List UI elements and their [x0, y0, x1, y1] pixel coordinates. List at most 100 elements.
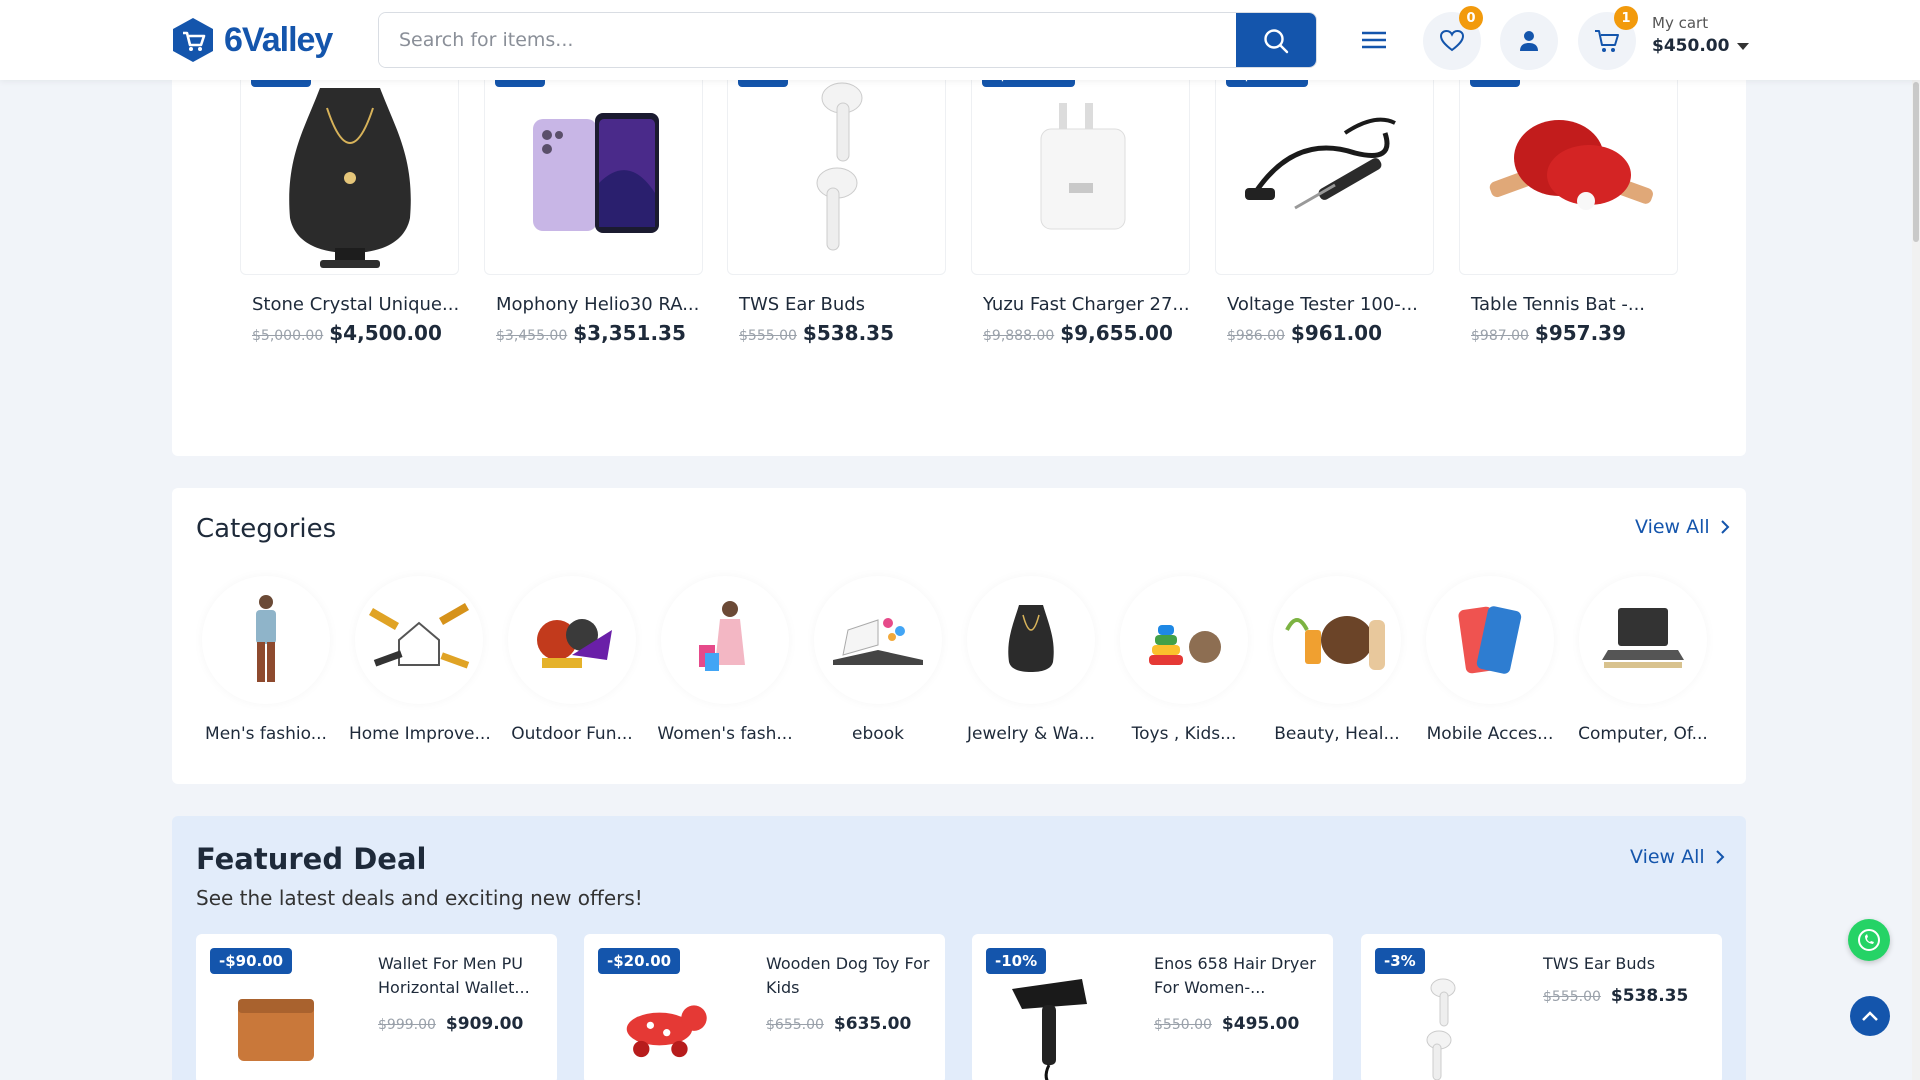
cart-icon	[1595, 30, 1619, 52]
deal-image	[614, 974, 714, 1080]
discount-badge: -10%	[986, 948, 1047, 974]
cart-summary[interactable]: My cart $450.00	[1652, 14, 1750, 56]
site-header: 6Valley 0 1	[0, 0, 1920, 80]
product-prices: $5,000.00 $4,500.00	[240, 321, 459, 345]
old-price: $987.00	[1471, 328, 1529, 344]
discount-badge: -$90.00	[210, 948, 293, 974]
category-image	[1273, 576, 1401, 704]
category-item[interactable]: Men's fashio...	[196, 576, 336, 744]
chevron-up-icon	[1862, 1011, 1878, 1021]
category-label: Women's fash...	[657, 724, 793, 744]
product-name[interactable]: Yuzu Fast Charger 27...	[971, 294, 1190, 315]
old-price: $999.00	[378, 1017, 436, 1033]
product-name[interactable]: TWS Ear Buds	[727, 294, 946, 315]
product-prices: $986.00 $961.00	[1215, 321, 1434, 345]
deal-prices: $555.00 $538.35	[1543, 986, 1688, 1006]
product-prices: $555.00 $538.35	[727, 321, 946, 345]
category-item[interactable]: Computer, Of...	[1573, 576, 1713, 744]
toys-icon	[1149, 625, 1221, 665]
category-item[interactable]: Jewelry & Wa...	[961, 576, 1101, 744]
mens-fashion-icon	[256, 595, 276, 682]
logo-text: 6Valley	[224, 20, 333, 59]
featured-deal-title: Featured Deal	[196, 842, 427, 876]
product-name[interactable]: Voltage Tester 100-...	[1215, 294, 1434, 315]
search-button[interactable]	[1236, 13, 1316, 67]
old-price: $655.00	[766, 1017, 824, 1033]
product-name[interactable]: Table Tennis Bat -...	[1459, 294, 1678, 315]
category-item[interactable]: Toys , Kids...	[1114, 576, 1254, 744]
product-name[interactable]: Stone Crystal Unique...	[240, 294, 459, 315]
category-label: Toys , Kids...	[1131, 724, 1237, 744]
category-label: Jewelry & Wa...	[966, 724, 1096, 744]
price: $495.00	[1221, 1014, 1300, 1034]
category-item[interactable]: Beauty, Heal...	[1267, 576, 1407, 744]
whatsapp-button[interactable]	[1848, 919, 1890, 961]
category-item[interactable]: Outdoor Fun...	[502, 576, 642, 744]
deal-prices: $550.00 $495.00	[1154, 1014, 1299, 1034]
categories-panel: Categories View All Men's fashio... Home…	[172, 488, 1746, 784]
category-image	[814, 576, 942, 704]
category-label: Beauty, Heal...	[1274, 724, 1400, 744]
category-image	[355, 576, 483, 704]
old-price: $5,000.00	[252, 328, 324, 344]
cart-label: My cart	[1652, 14, 1709, 32]
product-card[interactable]: -10% Stone Crystal Unique... $5,000.00 $…	[240, 60, 459, 345]
cart-button[interactable]: 1	[1578, 6, 1638, 70]
hamburger-icon	[1362, 31, 1386, 49]
deal-prices: $655.00 $635.00	[766, 1014, 911, 1034]
old-price: $3,455.00	[496, 328, 568, 344]
phone-image	[532, 112, 659, 233]
old-price: $986.00	[1227, 328, 1285, 344]
view-all-label: View All	[1635, 516, 1710, 538]
chevron-down-icon	[1737, 42, 1750, 50]
wishlist-count-badge: 0	[1459, 6, 1483, 30]
old-price: $550.00	[1154, 1017, 1212, 1033]
category-image	[1120, 576, 1248, 704]
deal-image	[1002, 974, 1102, 1080]
deal-name[interactable]: Wallet For Men PU Horizontal Wallet...	[378, 952, 548, 1000]
deal-card[interactable]: -3% TWS Ear Buds $555.00 $538.35	[1361, 934, 1722, 1080]
deal-name[interactable]: Wooden Dog Toy For Kids	[766, 952, 936, 1000]
category-image	[967, 576, 1095, 704]
home-improvement-icon	[369, 603, 470, 669]
featured-view-all-link[interactable]: View All	[1630, 846, 1725, 868]
categories-view-all-link[interactable]: View All	[1635, 516, 1730, 538]
deal-name[interactable]: TWS Ear Buds	[1543, 952, 1713, 976]
earbuds-image	[816, 82, 862, 250]
scrollbar-thumb[interactable]	[1913, 82, 1919, 242]
chevron-right-icon	[1715, 850, 1725, 864]
womens-fashion-icon	[699, 601, 745, 671]
category-image	[1579, 576, 1707, 704]
product-card[interactable]: -$25.00 Voltage Tester 100-... $986.00 $…	[1215, 60, 1434, 345]
deal-card[interactable]: -$20.00 Wooden Dog Toy For Kids $655.00 …	[584, 934, 945, 1080]
scroll-to-top-button[interactable]	[1850, 996, 1890, 1036]
category-item[interactable]: Women's fash...	[655, 576, 795, 744]
search-input[interactable]	[379, 13, 1239, 67]
product-card[interactable]: -3% Mophony Helio30 RA... $3,455.00 $3,3…	[484, 60, 703, 345]
product-card[interactable]: -3% Table Tennis Bat -... $987.00 $957.3…	[1459, 60, 1678, 345]
deal-card[interactable]: -10% Enos 658 Hair Dryer For Women-... $…	[972, 934, 1333, 1080]
category-label: Men's fashio...	[205, 724, 327, 744]
ebook-icon	[833, 618, 923, 665]
deal-image	[1391, 974, 1491, 1080]
cart-total-value: $450.00	[1652, 36, 1730, 56]
product-prices: $987.00 $957.39	[1459, 321, 1678, 345]
charger-image	[1040, 102, 1125, 229]
deal-name[interactable]: Enos 658 Hair Dryer For Women-...	[1154, 952, 1324, 1000]
product-card[interactable]: -$233.00 Yuzu Fast Charger 27... $9,888.…	[971, 60, 1190, 345]
menu-button[interactable]	[1358, 26, 1390, 54]
category-item[interactable]: Home Improve...	[349, 576, 491, 744]
account-button[interactable]	[1500, 12, 1558, 70]
logo[interactable]: 6Valley	[170, 16, 333, 64]
deal-card[interactable]: -$90.00 Wallet For Men PU Horizontal Wal…	[196, 934, 557, 1080]
product-card[interactable]: -3% TWS Ear Buds $555.00 $538.35	[727, 60, 946, 345]
logo-icon	[173, 18, 213, 62]
product-name[interactable]: Mophony Helio30 RA...	[484, 294, 703, 315]
category-image	[661, 576, 789, 704]
category-item[interactable]: Mobile Acces...	[1420, 576, 1560, 744]
wishlist-button[interactable]: 0	[1423, 6, 1483, 70]
earbuds-image	[1426, 978, 1456, 1080]
category-item[interactable]: ebook	[808, 576, 948, 744]
price: $961.00	[1290, 321, 1382, 345]
category-label: Computer, Of...	[1578, 724, 1708, 744]
